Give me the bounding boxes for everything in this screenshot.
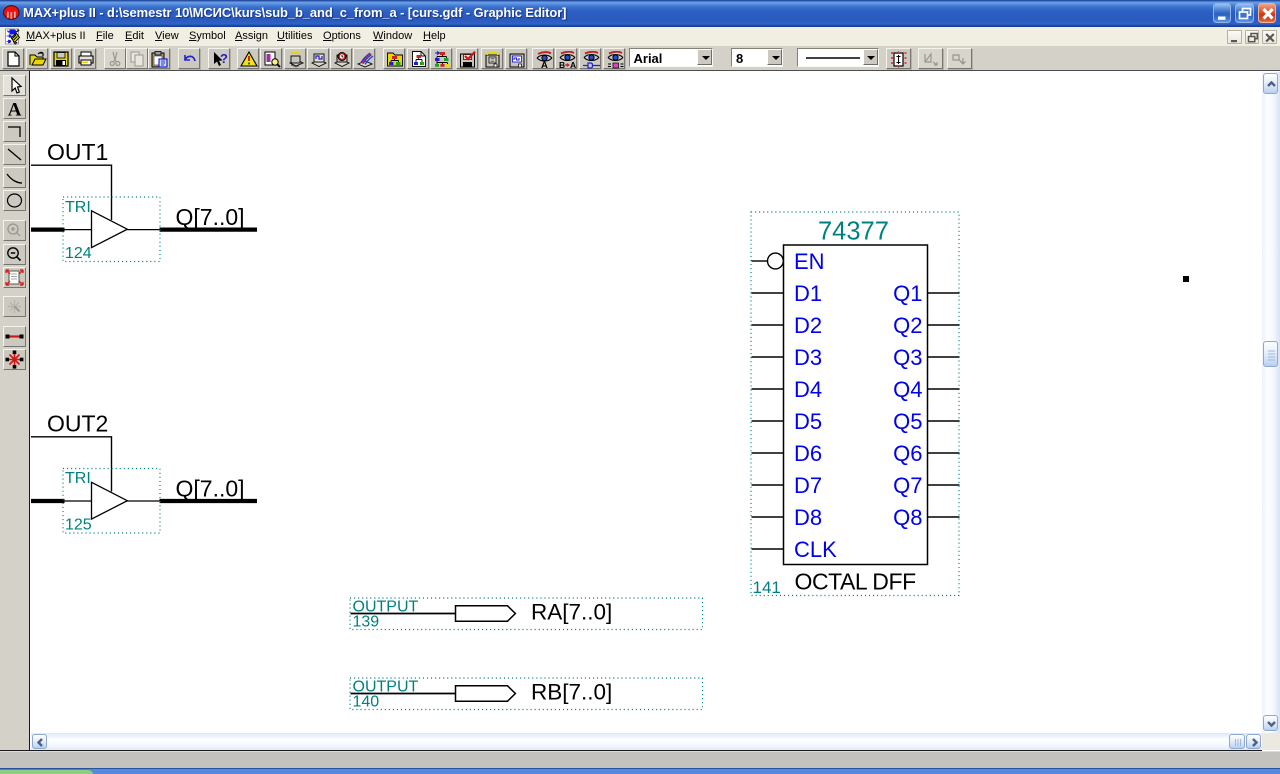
svg-text:125: 125 xyxy=(65,517,92,534)
svg-text:EN: EN xyxy=(794,249,825,274)
svg-text:D5: D5 xyxy=(794,409,822,434)
svg-text:D3: D3 xyxy=(794,345,822,370)
svg-text:A: A xyxy=(541,60,548,69)
svg-text:D7: D7 xyxy=(794,473,822,498)
svg-text:141: 141 xyxy=(753,578,781,597)
svg-text:A: A xyxy=(570,60,576,69)
svg-text:74377: 74377 xyxy=(818,218,889,246)
svg-text:D8: D8 xyxy=(794,505,822,530)
svg-text:Q3: Q3 xyxy=(893,345,922,370)
svg-text:OCTAL DFF: OCTAL DFF xyxy=(795,569,917,595)
svg-text:A: A xyxy=(8,100,22,119)
svg-text:Q8: Q8 xyxy=(893,505,922,530)
svg-text:B: B xyxy=(559,60,565,69)
svg-text:OUT2: OUT2 xyxy=(47,410,108,436)
svg-text:D6: D6 xyxy=(794,441,822,466)
svg-text:124: 124 xyxy=(65,245,92,262)
svg-text:OUT1: OUT1 xyxy=(47,139,108,165)
svg-text:D1: D1 xyxy=(794,281,822,306)
svg-text:Q2: Q2 xyxy=(893,313,922,338)
svg-text:CLK: CLK xyxy=(794,537,837,562)
svg-text:Q5: Q5 xyxy=(893,409,922,434)
svg-text:Q[7..0]: Q[7..0] xyxy=(176,476,245,502)
svg-text:Q[7..0]: Q[7..0] xyxy=(176,204,245,230)
svg-text:139: 139 xyxy=(353,614,380,631)
svg-text:TRI: TRI xyxy=(65,470,91,487)
svg-text:140: 140 xyxy=(353,694,380,711)
svg-text:Q7: Q7 xyxy=(893,473,922,498)
svg-text:RA[7..0]: RA[7..0] xyxy=(531,599,612,624)
svg-text:Q6: Q6 xyxy=(893,441,922,466)
svg-text:Q1: Q1 xyxy=(893,281,922,306)
svg-text:RB[7..0]: RB[7..0] xyxy=(531,679,612,704)
svg-text:?: ? xyxy=(220,51,228,66)
svg-text:D2: D2 xyxy=(794,313,822,338)
svg-text:Q4: Q4 xyxy=(893,377,922,402)
svg-text:D4: D4 xyxy=(794,377,822,402)
svg-text:TRI: TRI xyxy=(65,199,91,216)
